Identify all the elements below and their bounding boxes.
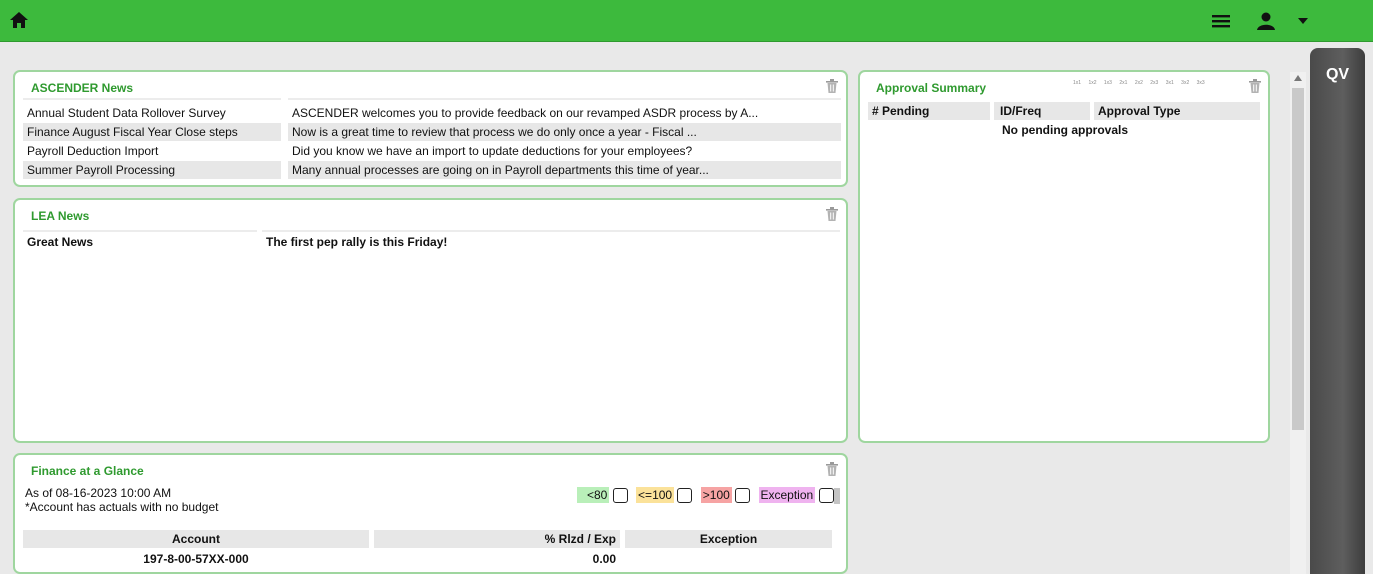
filter-exception-checkbox[interactable]: [818, 488, 834, 504]
budget-note: *Account has actuals with no budget: [25, 500, 219, 514]
column-header: ID/Freq: [994, 102, 1090, 120]
filter-over-100-checkbox[interactable]: [735, 488, 751, 504]
lea-news-panel: LEA News Great News The first pep rally …: [13, 198, 848, 443]
column-header: Approval Type: [1094, 102, 1260, 120]
panel-title: Approval Summary: [876, 81, 987, 95]
news-item-summary[interactable]: Now is a great time to review that proce…: [288, 123, 841, 141]
news-item-summary[interactable]: ASCENDER welcomes you to provide feedbac…: [288, 104, 841, 122]
top-navigation-bar: [0, 0, 1373, 42]
panel-title: LEA News: [31, 209, 90, 223]
news-item-title[interactable]: Payroll Deduction Import: [23, 142, 281, 160]
pct-cell: 0.00: [592, 552, 616, 566]
layout-option[interactable]: 1x2: [1088, 80, 1096, 86]
quickview-tab[interactable]: QV: [1310, 48, 1365, 574]
filter-over-100: >100: [700, 487, 732, 503]
layout-option[interactable]: 2x3: [1150, 80, 1158, 86]
user-icon[interactable]: [1256, 11, 1276, 31]
panel-title: ASCENDER News: [31, 81, 134, 95]
news-item-summary[interactable]: The first pep rally is this Friday!: [262, 233, 840, 251]
news-item-title[interactable]: Summer Payroll Processing: [23, 161, 281, 179]
finance-at-a-glance-panel: Finance at a Glance As of 08-16-2023 10:…: [13, 453, 848, 574]
layout-option[interactable]: 1x3: [1104, 80, 1112, 86]
filter-under-80-checkbox[interactable]: [612, 488, 628, 504]
panel-title: Finance at a Glance: [31, 464, 144, 478]
empty-message: No pending approvals: [1002, 123, 1129, 137]
as-of-date: As of 08-16-2023 10:00 AM: [25, 486, 172, 500]
layout-option[interactable]: 2x2: [1135, 80, 1143, 86]
layout-option[interactable]: 3x1: [1166, 80, 1174, 86]
layout-option[interactable]: 1x1: [1073, 80, 1081, 86]
filter-legend: <80 <=100 >100 Exception: [577, 487, 834, 504]
ascender-news-panel: ASCENDER News Annual Student Data Rollov…: [13, 70, 848, 187]
trash-icon[interactable]: [826, 207, 838, 221]
exception-cell: [625, 550, 832, 568]
filter-under-100-checkbox[interactable]: [677, 488, 693, 504]
column-header-exception: Exception: [625, 530, 832, 548]
news-item-summary[interactable]: Many annual processes are going on in Pa…: [288, 161, 841, 179]
scroll-up-icon[interactable]: [1294, 75, 1302, 81]
finance-scrollbar[interactable]: [834, 488, 840, 504]
caret-down-icon[interactable]: [1298, 18, 1308, 24]
menu-icon[interactable]: [1211, 13, 1231, 29]
trash-icon[interactable]: [1249, 79, 1261, 93]
filter-under-100: <=100: [636, 487, 675, 503]
filter-under-80: <80: [577, 487, 610, 503]
layout-option[interactable]: 3x2: [1181, 80, 1189, 86]
news-item-title[interactable]: Great News: [23, 233, 257, 251]
scrollbar-thumb[interactable]: [1292, 88, 1304, 430]
account-cell[interactable]: 197-8-00-57XX-000: [23, 550, 369, 568]
news-item-title[interactable]: Annual Student Data Rollover Survey: [23, 104, 281, 122]
column-header-pct: % Rlzd / Exp: [374, 530, 620, 548]
layout-option[interactable]: 3x3: [1197, 80, 1205, 86]
news-item-title[interactable]: Finance August Fiscal Year Close steps: [23, 123, 281, 141]
layout-options: 1x1 1x2 1x3 2x1 2x2 2x3 3x1 3x2 3x3: [1073, 80, 1205, 86]
trash-icon[interactable]: [826, 79, 838, 93]
layout-option[interactable]: 2x1: [1119, 80, 1127, 86]
filter-exception: Exception: [758, 487, 816, 503]
column-header-account: Account: [23, 530, 369, 548]
approval-summary-panel: Approval Summary 1x1 1x2 1x3 2x1 2x2 2x3…: [858, 70, 1270, 443]
home-icon[interactable]: [9, 10, 29, 30]
column-header: # Pending: [868, 102, 990, 120]
trash-icon[interactable]: [826, 462, 838, 476]
news-item-summary[interactable]: Did you know we have an import to update…: [288, 142, 841, 160]
